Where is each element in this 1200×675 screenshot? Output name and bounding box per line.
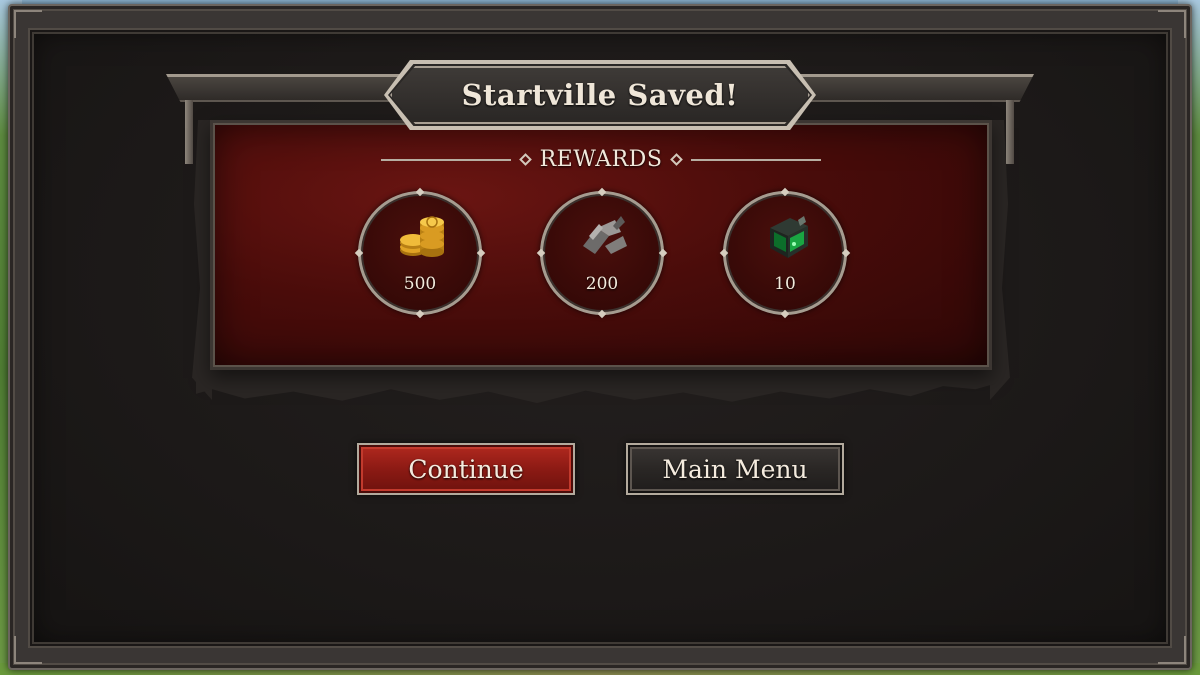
iron-scraps-icon (583, 216, 627, 254)
green-gem-chest-icon (770, 216, 808, 258)
rail-drop-left (185, 100, 193, 164)
title-rail-right (794, 74, 1034, 102)
reward-amount: 200 (585, 274, 619, 294)
rewards-panel: REWARDS 500 200 10 (210, 120, 992, 370)
diamond-ornament-icon (670, 153, 684, 166)
reward-amount: 500 (403, 274, 437, 294)
rewards-title: REWARDS (539, 147, 663, 172)
dialog-title: Startville Saved! (461, 78, 739, 112)
gold-coins-icon (400, 216, 444, 257)
rail-drop-right (1006, 100, 1014, 164)
reward-slot-iron[interactable]: 200 (536, 187, 668, 319)
title-plate: Startville Saved! (390, 66, 810, 124)
header-divider-line (380, 158, 511, 161)
diamond-ornament-icon (518, 153, 532, 166)
header-divider-line (691, 158, 822, 161)
main-menu-button[interactable]: Main Menu (626, 443, 844, 495)
rewards-header: REWARDS (213, 147, 989, 172)
title-rail-left (166, 74, 406, 102)
reward-slot-gem[interactable]: 10 (719, 187, 851, 319)
continue-button[interactable]: Continue (357, 443, 575, 495)
reward-amount: 10 (774, 274, 796, 294)
reward-slot-gold[interactable]: 500 (354, 187, 486, 319)
